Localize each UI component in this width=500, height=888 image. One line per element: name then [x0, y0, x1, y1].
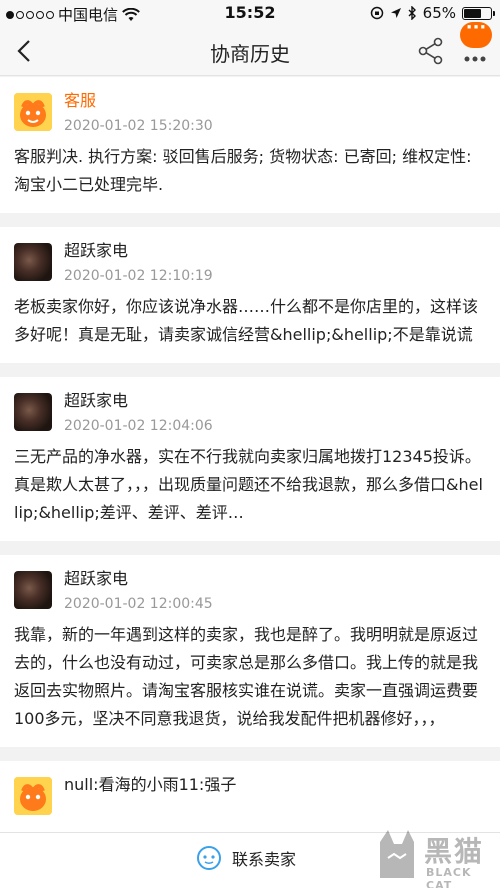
history-record: 客服 2020-01-02 15:20:30 客服判决. 执行方案: 驳回售后服… [0, 77, 500, 213]
watermark-text: 黑猫 [424, 835, 485, 868]
history-record: 超跃家电 2020-01-02 12:04:06 三无产品的净水器，实在不行我就… [0, 377, 500, 541]
record-content: 老板卖家你好，你应该说净水器……什么都不是你店里的，这样该多好呢！真是无耻，请卖… [14, 297, 479, 344]
avatar [14, 777, 52, 815]
author-name: 客服 [64, 91, 97, 110]
author-name: 超跃家电 [64, 569, 129, 588]
watermark-subtext: BLACK CAT [426, 866, 472, 888]
history-list: 客服 2020-01-02 15:20:30 客服判决. 执行方案: 驳回售后服… [0, 77, 500, 851]
avatar [14, 571, 52, 609]
chat-bubble-icon [197, 846, 221, 870]
record-content: 我靠，新的一年遇到这样的卖家，我也是醉了。我明明就是原返过去的，什么也没有动过，… [14, 625, 479, 728]
author-name: null:看海的小雨11:强子 [64, 775, 237, 794]
status-bar: 中国电信 15:52 65% [0, 0, 500, 26]
timestamp: 2020-01-02 12:10:19 [64, 268, 213, 284]
avatar [14, 243, 52, 281]
service-mascot-icon [14, 777, 52, 815]
bottom-bar: 联系卖家 黑猫 BLACK CAT [0, 830, 500, 888]
history-record: 超跃家电 2020-01-02 12:10:19 老板卖家你好，你应该说净水器…… [0, 227, 500, 363]
cat-logo-icon [380, 830, 414, 878]
record-content: 三无产品的净水器，实在不行我就向卖家归属地拨打12345投诉。真是欺人太甚了，，… [14, 447, 483, 522]
bluetooth-icon [408, 6, 416, 20]
record-content: 客服判决. 执行方案: 驳回售后服务; 货物状态: 已寄回; 维权定性: 淘宝小… [14, 147, 472, 194]
history-record: null:看海的小雨11:强子 [0, 761, 500, 837]
timestamp: 2020-01-02 15:20:30 [64, 118, 213, 134]
history-record: 超跃家电 2020-01-02 12:00:45 我靠，新的一年遇到这样的卖家，… [0, 555, 500, 747]
location-icon [390, 8, 401, 18]
nav-bar: 协商历史 ··· [0, 19, 500, 76]
avatar [14, 393, 52, 431]
avatar [14, 93, 52, 131]
timestamp: 2020-01-02 12:04:06 [64, 418, 213, 434]
timestamp: 2020-01-02 12:00:45 [64, 596, 213, 612]
author-name: 超跃家电 [64, 241, 129, 260]
share-icon [418, 37, 443, 65]
contact-seller-button[interactable]: 联系卖家 [196, 845, 296, 871]
battery-percent: 65% [422, 4, 456, 22]
contact-seller-label: 联系卖家 [232, 850, 297, 869]
black-cat-watermark: 黑猫 BLACK CAT [374, 828, 494, 888]
service-mascot-icon [14, 93, 52, 131]
share-button[interactable] [416, 36, 446, 66]
author-name: 超跃家电 [64, 391, 129, 410]
notification-badge[interactable]: ··· [460, 19, 492, 48]
rotation-lock-icon [370, 6, 383, 20]
